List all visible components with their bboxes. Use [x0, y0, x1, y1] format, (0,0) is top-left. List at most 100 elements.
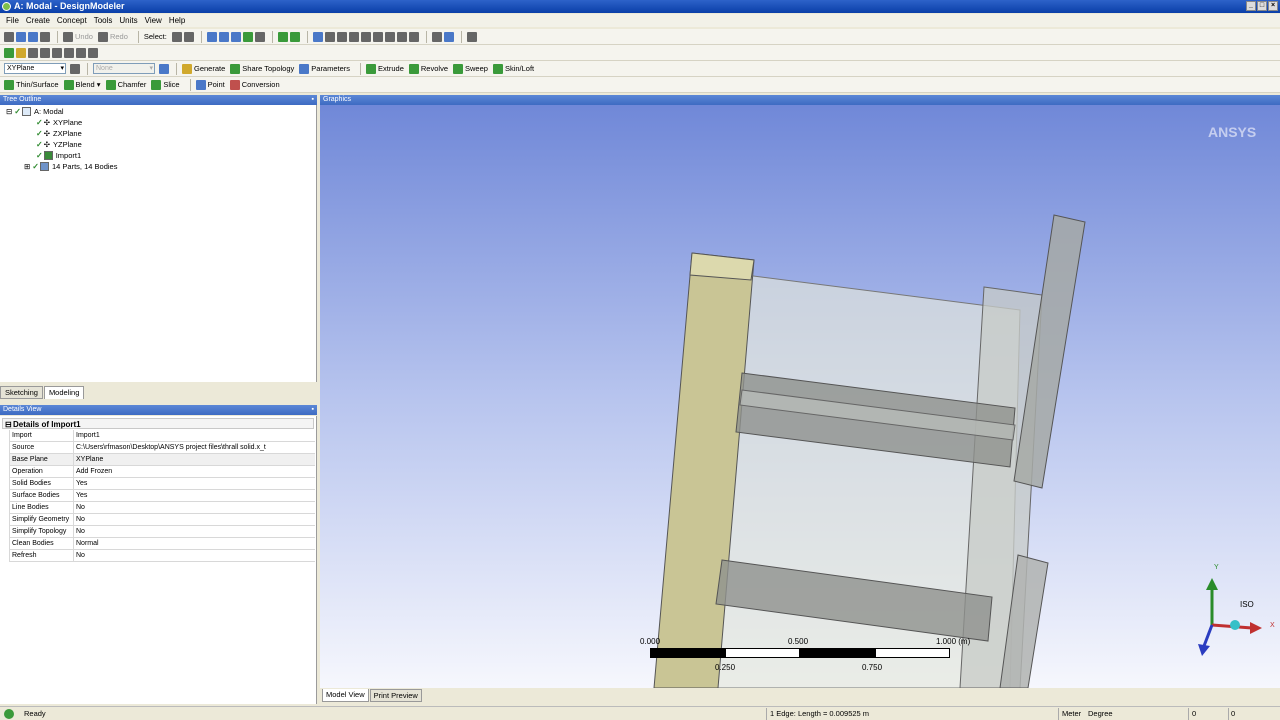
sketch-icon[interactable]: [28, 47, 38, 58]
sketch-select[interactable]: None: [93, 63, 155, 74]
zoom-box-icon[interactable]: [360, 31, 371, 42]
tree-item-import1[interactable]: ✓ Import1: [36, 151, 81, 160]
next-view-icon[interactable]: [408, 31, 419, 42]
details-value[interactable]: No: [74, 514, 315, 525]
details-row[interactable]: Import Import1: [9, 430, 315, 442]
new-sketch-icon[interactable]: [159, 63, 169, 74]
revolve-button[interactable]: Revolve: [408, 63, 448, 74]
previous-view-icon[interactable]: [396, 31, 407, 42]
pin-icon[interactable]: ▪: [312, 405, 314, 415]
box-zoom-icon[interactable]: [289, 31, 300, 42]
tab-print-preview[interactable]: Print Preview: [369, 689, 422, 702]
conversion-button[interactable]: Conversion: [229, 79, 280, 90]
slice-button[interactable]: Slice: [151, 79, 180, 90]
model-geometry[interactable]: ANSYS: [320, 105, 1280, 688]
details-row[interactable]: Line Bodies No: [9, 502, 315, 514]
details-row[interactable]: Clean Bodies Normal: [9, 538, 315, 550]
details-row[interactable]: Solid Bodies Yes: [9, 478, 315, 490]
undo-button[interactable]: Undo: [63, 31, 93, 42]
details-value[interactable]: No: [74, 526, 315, 537]
menu-create[interactable]: Create: [26, 16, 50, 25]
axis-triad[interactable]: [1190, 560, 1280, 660]
zoom-in-icon[interactable]: [348, 31, 359, 42]
tree-item-zxplane[interactable]: ✓ ✣ ZXPlane: [36, 129, 82, 138]
menu-units[interactable]: Units: [119, 16, 137, 25]
chevron-down-icon[interactable]: ▾: [95, 80, 101, 89]
details-value[interactable]: XYPlane: [74, 454, 315, 465]
rotate-icon[interactable]: [312, 31, 323, 42]
plane-select[interactable]: XYPlane: [4, 63, 66, 74]
tree-item-yzplane[interactable]: ✓ ✣ YZPlane: [36, 140, 82, 149]
magnifier-icon[interactable]: [384, 31, 395, 42]
details-row[interactable]: Operation Add Frozen: [9, 466, 315, 478]
maximize-button[interactable]: □: [1257, 1, 1267, 11]
menu-file[interactable]: File: [6, 16, 19, 25]
curve-icon[interactable]: [52, 47, 62, 58]
tree-root[interactable]: ⊟ ✓ A: Modal: [6, 107, 64, 116]
select-face-icon[interactable]: [230, 31, 241, 42]
chamfer-button[interactable]: Chamfer: [105, 79, 146, 90]
redo-button[interactable]: Redo: [97, 31, 128, 42]
extend-selection-icon[interactable]: [254, 31, 265, 42]
tree-item-xyplane[interactable]: ✓ ✣ XYPlane: [36, 118, 82, 127]
minimize-button[interactable]: _: [1246, 1, 1256, 11]
tab-sketching[interactable]: Sketching: [0, 386, 43, 399]
select-body-icon[interactable]: [242, 31, 253, 42]
screenshot-icon[interactable]: [40, 31, 50, 42]
close-button[interactable]: ×: [1268, 1, 1278, 11]
details-value[interactable]: No: [74, 550, 315, 561]
details-value[interactable]: C:\Users\rfmason\Desktop\ANSYS project f…: [74, 442, 315, 453]
blend-button[interactable]: Blend ▾: [63, 79, 101, 90]
details-value[interactable]: Yes: [74, 490, 315, 501]
details-row[interactable]: Simplify Geometry No: [9, 514, 315, 526]
extrude-button[interactable]: Extrude: [366, 63, 404, 74]
collapse-icon[interactable]: ⊟: [5, 419, 12, 430]
save-as-icon[interactable]: [28, 31, 38, 42]
display-mode-icon[interactable]: [443, 31, 454, 42]
expand-icon[interactable]: ⊞: [24, 162, 30, 171]
details-row[interactable]: Surface Bodies Yes: [9, 490, 315, 502]
iso-view-label[interactable]: ISO: [1240, 600, 1254, 609]
fit-icon[interactable]: [277, 31, 288, 42]
tree-item-parts[interactable]: ⊞ ✓ 14 Parts, 14 Bodies: [24, 162, 117, 171]
select-filter-icon[interactable]: [183, 31, 194, 42]
menu-view[interactable]: View: [145, 16, 162, 25]
details-row[interactable]: Source C:\Users\rfmason\Desktop\ANSYS pro…: [9, 442, 315, 454]
pan-icon[interactable]: [324, 31, 335, 42]
graphics-viewport[interactable]: ANSYS 0.000 0.250 0.500 0.750 1.000 (m): [320, 105, 1280, 688]
polyline-icon[interactable]: [64, 47, 74, 58]
select-point-icon[interactable]: [206, 31, 217, 42]
tab-modeling[interactable]: Modeling: [43, 386, 85, 399]
line-icon[interactable]: [40, 47, 50, 58]
view-options-icon[interactable]: [466, 31, 477, 42]
point-button[interactable]: Point: [195, 79, 225, 90]
details-row[interactable]: Base Plane XYPlane: [9, 454, 315, 466]
triad-icon[interactable]: [431, 31, 442, 42]
details-value[interactable]: Add Frozen: [74, 466, 315, 477]
thin-surface-button[interactable]: Thin/Surface: [4, 79, 59, 90]
details-value[interactable]: Normal: [74, 538, 315, 549]
details-value[interactable]: Import1: [74, 430, 315, 441]
details-row[interactable]: Simplify Topology No: [9, 526, 315, 538]
collapse-icon[interactable]: ⊟: [6, 107, 12, 116]
sweep-button[interactable]: Sweep: [453, 63, 488, 74]
select-mode-icon[interactable]: [171, 31, 182, 42]
details-row[interactable]: Refresh No: [9, 550, 315, 562]
menu-concept[interactable]: Concept: [57, 16, 87, 25]
dimension-icon[interactable]: [76, 47, 86, 58]
menu-help[interactable]: Help: [169, 16, 185, 25]
zoom-fit-icon[interactable]: [372, 31, 383, 42]
menu-tools[interactable]: Tools: [94, 16, 113, 25]
pin-icon[interactable]: ▪: [312, 95, 314, 105]
new-icon[interactable]: [4, 31, 14, 42]
details-value[interactable]: No: [74, 502, 315, 513]
display-model-icon[interactable]: [16, 47, 26, 58]
parameters-button[interactable]: Parameters: [299, 63, 350, 74]
share-topology-button[interactable]: Share Topology: [230, 63, 294, 74]
display-plane-icon[interactable]: [4, 47, 14, 58]
skin-loft-button[interactable]: Skin/Loft: [492, 63, 534, 74]
save-icon[interactable]: [16, 31, 26, 42]
generate-button[interactable]: Generate: [182, 63, 225, 74]
new-plane-icon[interactable]: [70, 63, 80, 74]
tab-model-view[interactable]: Model View: [322, 689, 369, 702]
